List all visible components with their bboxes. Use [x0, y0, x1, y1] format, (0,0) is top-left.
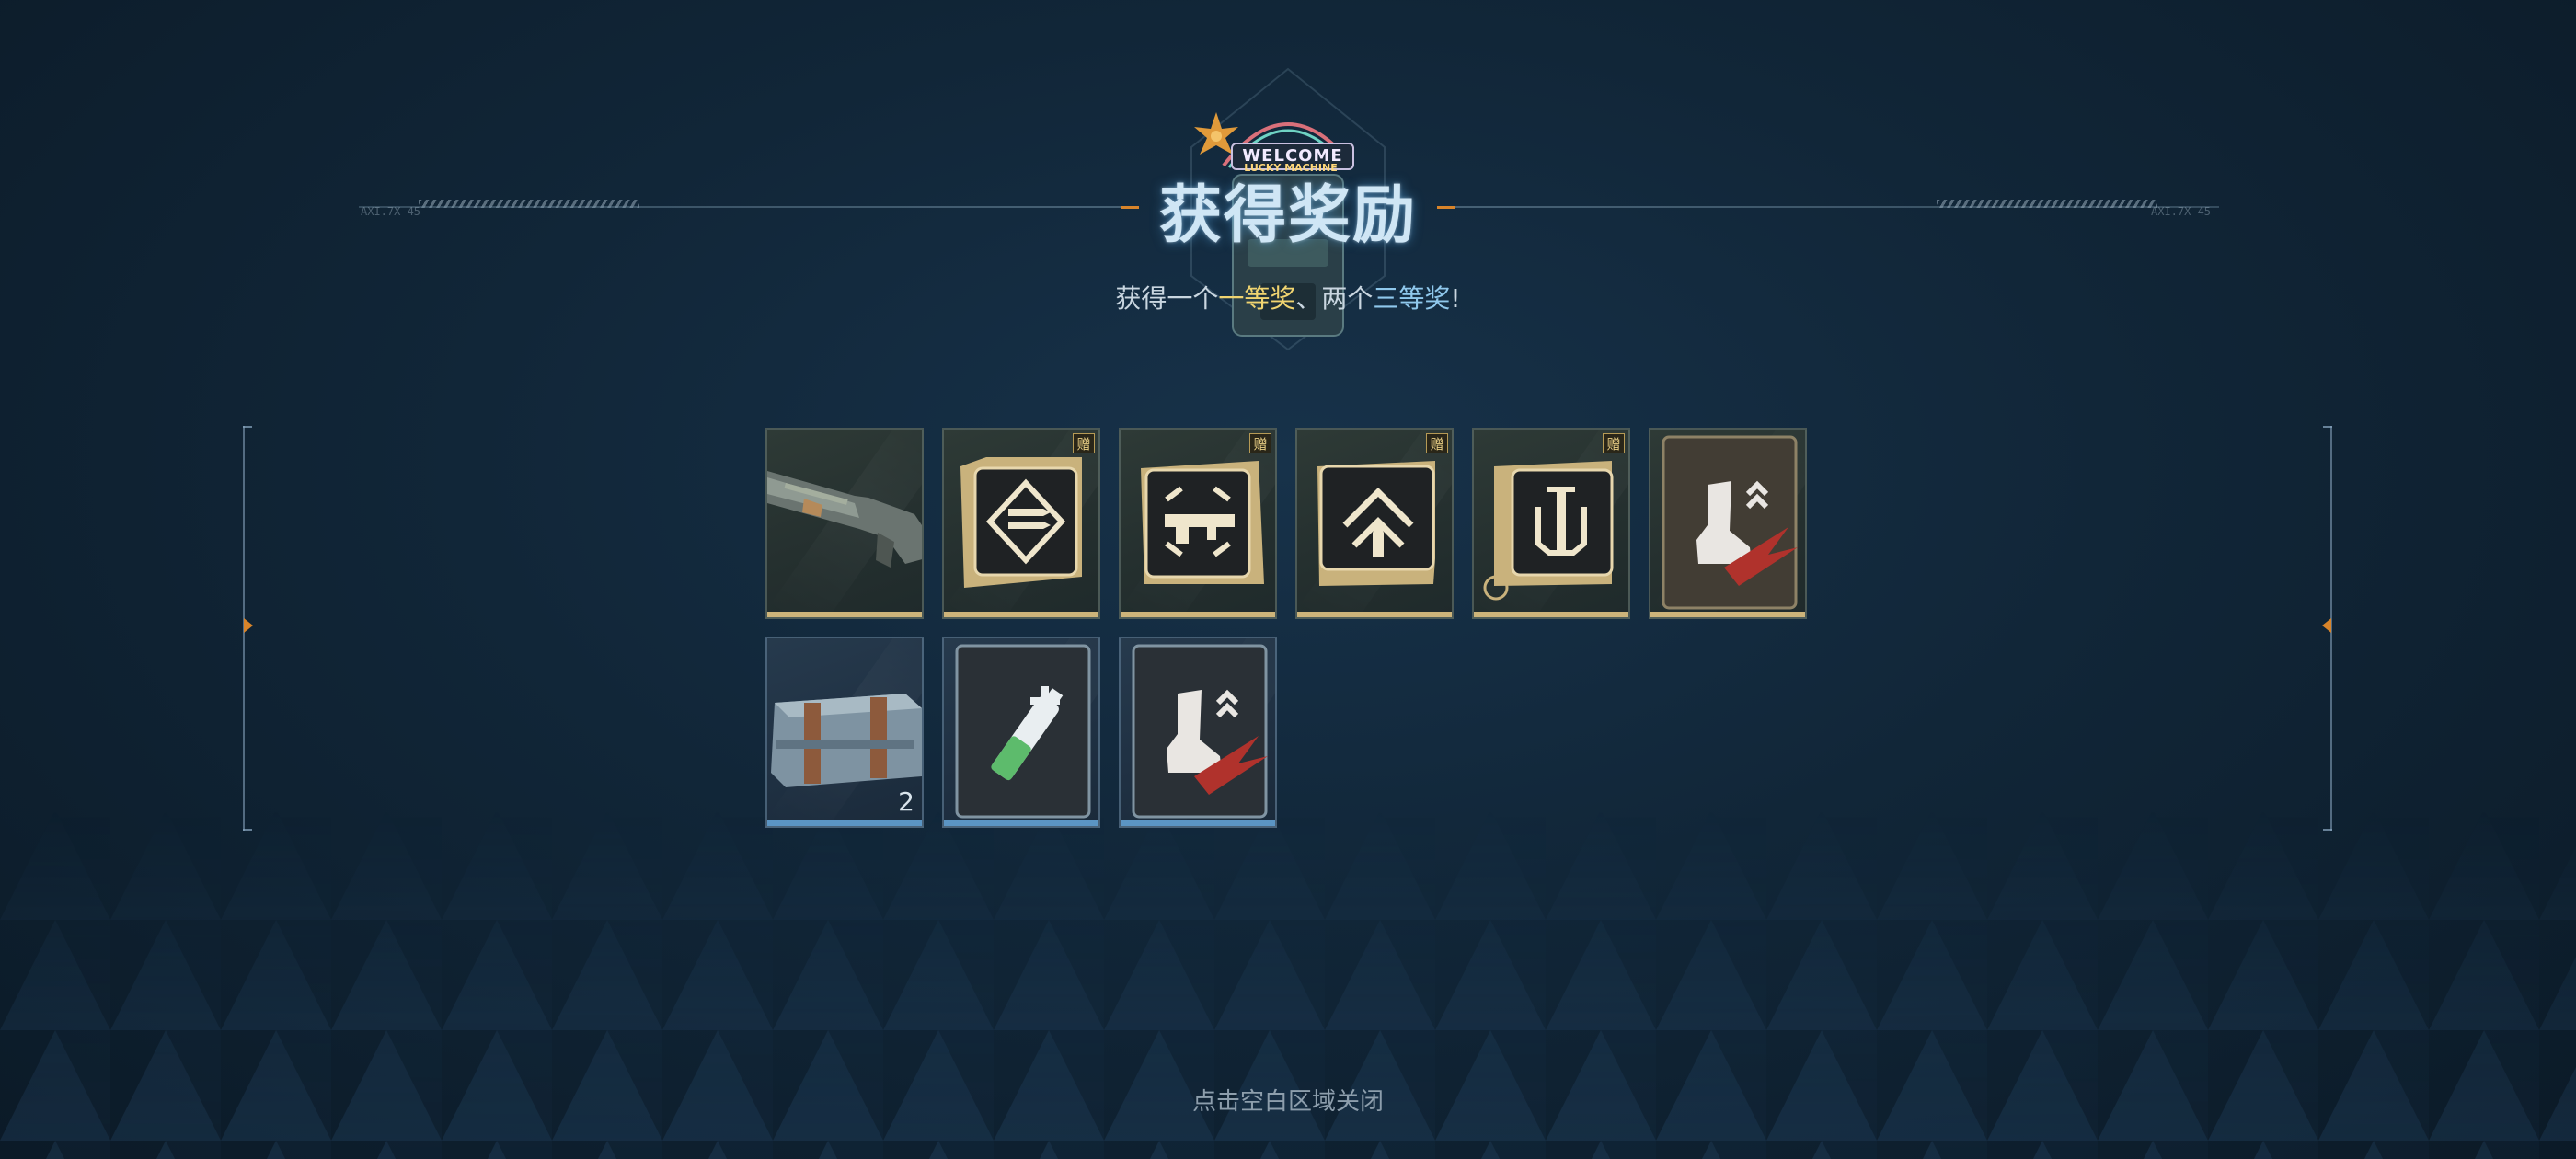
syringe-icon	[1483, 461, 1614, 601]
gift-badge: 赠	[1249, 433, 1271, 453]
reward-card-bullet-mod[interactable]: 赠	[1295, 428, 1454, 619]
gift-badge: 赠	[1073, 433, 1095, 453]
boot-speed-icon	[1662, 435, 1798, 610]
reward-card-rifle[interactable]	[765, 428, 924, 619]
bullet-chevron-icon	[1317, 461, 1435, 586]
summary-first-prize: 一等奖	[1218, 283, 1296, 314]
gift-badge: 赠	[1426, 433, 1448, 453]
gift-badge: 赠	[1603, 433, 1625, 453]
summary-prefix: 获得一个	[1115, 283, 1219, 314]
reward-card-health-injector[interactable]	[942, 637, 1100, 828]
summary-third-prize: 三等奖	[1373, 283, 1451, 314]
reward-card-boot-upgrade-blue[interactable]	[1119, 637, 1277, 828]
reward-card-syringe-mod[interactable]: 赠	[1472, 428, 1630, 619]
gun-burst-icon	[1141, 461, 1264, 584]
left-arrow-icon	[244, 618, 253, 633]
reward-summary: 获得一个一等奖、两个三等奖!	[0, 279, 2576, 316]
boot-speed-icon	[1132, 644, 1268, 819]
close-hint: 点击空白区域关闭	[1191, 1088, 1384, 1116]
reward-card-ammo-mod[interactable]: 赠	[942, 428, 1100, 619]
summary-middle: 、两个	[1295, 283, 1374, 314]
ammo-diamond-icon	[960, 457, 1082, 588]
right-arrow-icon	[2322, 618, 2331, 633]
reward-card-boot-upgrade[interactable]	[1649, 428, 1807, 619]
health-injector-icon	[955, 644, 1091, 819]
reward-screen[interactable]: AXI.7X-45 AXI.7X-45 WELCOME LUCKY MACHIN…	[0, 0, 2576, 1159]
summary-suffix: !	[1450, 283, 1461, 314]
item-quantity: 2	[898, 786, 914, 817]
reward-card-weapon-mod[interactable]: 赠	[1119, 428, 1277, 619]
reward-card-supply-crate[interactable]: 2	[765, 637, 924, 828]
page-title: 获得奖励	[1158, 179, 1417, 252]
rifle-icon	[767, 471, 922, 568]
